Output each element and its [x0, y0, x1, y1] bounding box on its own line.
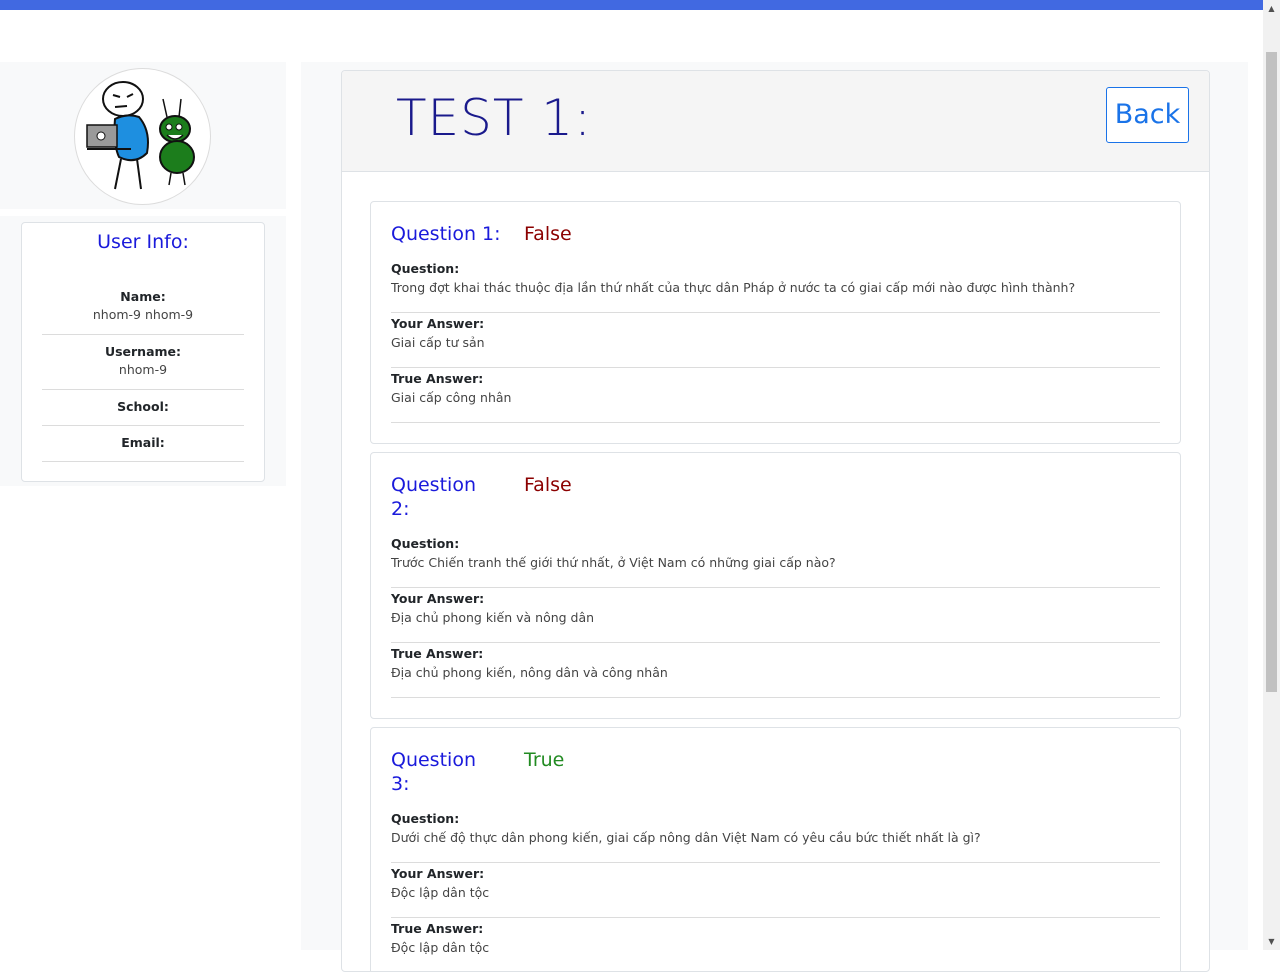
info-divider [42, 389, 244, 390]
scrollbar-thumb[interactable] [1266, 52, 1277, 692]
scroll-down-arrow-icon[interactable]: ▼ [1263, 933, 1280, 950]
your-answer-label: Your Answer: [391, 591, 485, 606]
true-answer-text: Địa chủ phong kiến, nông dân và công nhâ… [391, 665, 668, 680]
username-label: Username: [104, 344, 182, 359]
question-card: Question 3: True Question: Dưới chế độ t… [370, 727, 1181, 971]
question-divider [391, 312, 1160, 313]
user-info-title: User Info: [97, 231, 189, 253]
question-title: Question 2: [391, 474, 476, 520]
question-text: Trong đợt khai thác thuộc địa lần thứ nh… [391, 280, 1076, 295]
question-result: False [524, 474, 572, 496]
vertical-scrollbar[interactable]: ▲ ▼ [1263, 0, 1280, 950]
true-answer-label: True Answer: [391, 646, 484, 661]
question-divider [391, 587, 1160, 588]
school-row: School: [42, 399, 244, 414]
question-divider [391, 862, 1160, 863]
question-label: Question: [391, 811, 460, 826]
question-result: True [524, 749, 565, 771]
question-text: Dưới chế độ thực dân phong kiến, giai cấ… [391, 830, 981, 845]
name-row: Name: nhom-9 nhom-9 [42, 289, 244, 322]
avatar-panel [0, 62, 286, 209]
avatar [74, 68, 211, 205]
question-result: False [524, 223, 572, 245]
question-title: Question 3: [391, 749, 476, 795]
school-label: School: [117, 399, 169, 414]
back-button[interactable]: Back [1106, 87, 1189, 143]
scroll-up-arrow-icon[interactable]: ▲ [1263, 0, 1280, 17]
your-answer-text: Độc lập dân tộc [391, 885, 490, 900]
top-accent-bar [0, 0, 1263, 10]
info-divider [42, 334, 244, 335]
main-panel: TEST 1: Back Question 1: False Question:… [301, 62, 1248, 972]
true-answer-label: True Answer: [391, 921, 484, 936]
username-value: nhom-9 [118, 362, 168, 377]
your-answer-text: Địa chủ phong kiến và nông dân [391, 610, 595, 625]
info-divider [42, 425, 244, 426]
user-info-panel: User Info: Name: nhom-9 nhom-9 Username:… [0, 216, 286, 486]
info-divider [42, 461, 244, 462]
email-label: Email: [121, 435, 165, 450]
your-answer-label: Your Answer: [391, 316, 485, 331]
question-divider [391, 642, 1160, 643]
question-card: Question 2: False Question: Trước Chiến … [370, 452, 1181, 719]
avatar-illustration [86, 81, 195, 190]
name-value: nhom-9 nhom-9 [92, 307, 194, 322]
question-divider [391, 422, 1160, 423]
your-answer-text: Giai cấp tư sản [391, 335, 485, 350]
test-card: TEST 1: Back Question 1: False Question:… [341, 70, 1210, 972]
question-card: Question 1: False Question: Trong đợt kh… [370, 201, 1181, 444]
test-header: TEST 1: Back [342, 71, 1209, 172]
username-row: Username: nhom-9 [42, 344, 244, 377]
email-row: Email: [42, 435, 244, 450]
true-answer-label: True Answer: [391, 371, 484, 386]
question-divider [391, 367, 1160, 368]
user-info-card: User Info: Name: nhom-9 nhom-9 Username:… [21, 222, 265, 482]
question-divider [391, 697, 1160, 698]
test-title: TEST 1: [396, 89, 592, 147]
question-title: Question 1: [391, 223, 501, 245]
your-answer-label: Your Answer: [391, 866, 485, 881]
question-divider [391, 917, 1160, 918]
true-answer-text: Độc lập dân tộc [391, 940, 490, 955]
question-label: Question: [391, 261, 460, 276]
question-text: Trước Chiến tranh thế giới thứ nhất, ở V… [391, 555, 836, 570]
name-label: Name: [120, 289, 166, 304]
question-label: Question: [391, 536, 460, 551]
true-answer-text: Giai cấp công nhân [391, 390, 512, 405]
